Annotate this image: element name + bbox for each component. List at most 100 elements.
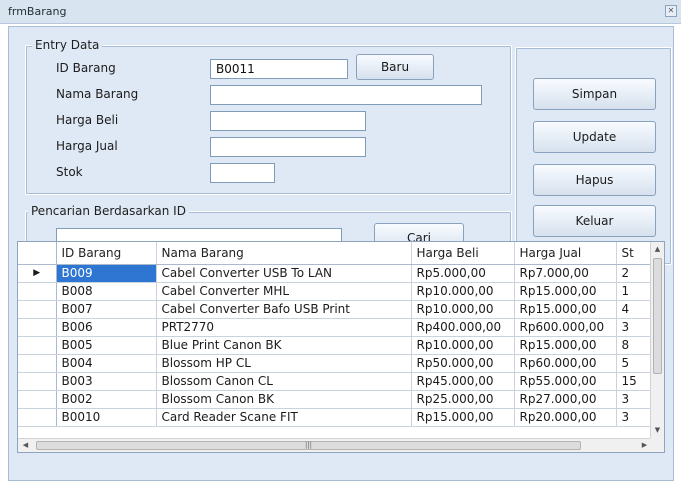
harga-jual-input[interactable] (210, 137, 366, 157)
simpan-button[interactable]: Simpan (533, 78, 656, 110)
cell-nama[interactable]: Cabel Converter USB To LAN (156, 264, 412, 283)
cell-harga-jual[interactable]: Rp20.000,00 (514, 408, 617, 427)
close-icon[interactable]: ✕ (665, 5, 677, 17)
column-header-id[interactable]: ID Barang (56, 242, 157, 265)
row-header[interactable] (18, 318, 57, 337)
entry-data-legend: Entry Data (32, 38, 103, 52)
title-bar: frmBarang ✕ (0, 0, 681, 24)
cell-stok[interactable]: 8 (616, 336, 653, 355)
cell-nama[interactable]: Blossom HP CL (156, 354, 412, 373)
keluar-button[interactable]: Keluar (533, 205, 656, 237)
row-header[interactable] (18, 408, 57, 427)
nama-barang-label: Nama Barang (56, 87, 139, 101)
column-header-harga-beli[interactable]: Harga Beli (411, 242, 515, 265)
table-row[interactable]: B004 Blossom HP CL Rp50.000,00 Rp60.000,… (18, 354, 653, 373)
table-row[interactable]: B007 Cabel Converter Bafo USB Print Rp10… (18, 300, 653, 319)
cell-harga-beli[interactable]: Rp45.000,00 (411, 372, 515, 391)
cell-harga-beli[interactable]: Rp25.000,00 (411, 390, 515, 409)
cell-id[interactable]: B009 (56, 264, 157, 283)
cell-nama[interactable]: Blossom Canon BK (156, 390, 412, 409)
cell-harga-jual[interactable]: Rp7.000,00 (514, 264, 617, 283)
cell-stok[interactable]: 4 (616, 300, 653, 319)
cell-harga-jual[interactable]: Rp15.000,00 (514, 300, 617, 319)
row-header[interactable] (18, 354, 57, 373)
cell-nama[interactable]: Cabel Converter Bafo USB Print (156, 300, 412, 319)
row-header[interactable] (18, 390, 57, 409)
cell-stok[interactable]: 3 (616, 318, 653, 337)
cell-harga-jual[interactable]: Rp60.000,00 (514, 354, 617, 373)
cell-harga-beli[interactable]: Rp10.000,00 (411, 282, 515, 301)
scroll-up-icon[interactable]: ▲ (651, 243, 664, 256)
table-row[interactable]: B003 Blossom Canon CL Rp45.000,00 Rp55.0… (18, 372, 653, 391)
row-header[interactable] (18, 372, 57, 391)
scroll-down-icon[interactable]: ▼ (651, 424, 664, 437)
nama-barang-input[interactable] (210, 85, 482, 105)
vertical-scroll-thumb[interactable] (653, 258, 662, 374)
cell-id[interactable]: B0010 (56, 408, 157, 427)
cell-harga-beli[interactable]: Rp10.000,00 (411, 300, 515, 319)
window-title: frmBarang (8, 5, 67, 18)
cell-stok[interactable]: 15 (616, 372, 653, 391)
update-button[interactable]: Update (533, 121, 656, 153)
row-header[interactable] (18, 336, 57, 355)
cell-id[interactable]: B003 (56, 372, 157, 391)
search-legend: Pencarian Berdasarkan ID (28, 204, 189, 218)
table-row[interactable]: B006 PRT2770 Rp400.000,00 Rp600.000,00 3 (18, 318, 653, 337)
table-row[interactable]: B0010 Card Reader Scane FIT Rp15.000,00 … (18, 408, 653, 427)
baru-button[interactable]: Baru (356, 54, 434, 80)
cell-nama[interactable]: Card Reader Scane FIT (156, 408, 412, 427)
cell-harga-beli[interactable]: Rp10.000,00 (411, 336, 515, 355)
cell-nama[interactable]: PRT2770 (156, 318, 412, 337)
vertical-scrollbar[interactable]: ▲ ▼ (650, 242, 664, 438)
cell-harga-jual[interactable]: Rp15.000,00 (514, 336, 617, 355)
cell-harga-beli[interactable]: Rp400.000,00 (411, 318, 515, 337)
cell-nama[interactable]: Blue Print Canon BK (156, 336, 412, 355)
cell-id[interactable]: B004 (56, 354, 157, 373)
grid-header-row: ID Barang Nama Barang Harga Beli Harga J… (18, 242, 653, 265)
cell-id[interactable]: B002 (56, 390, 157, 409)
grid-corner-header (18, 242, 57, 265)
column-header-nama[interactable]: Nama Barang (156, 242, 412, 265)
cell-id[interactable]: B005 (56, 336, 157, 355)
cell-id[interactable]: B006 (56, 318, 157, 337)
cell-stok[interactable]: 2 (616, 264, 653, 283)
id-barang-input[interactable] (210, 59, 348, 79)
harga-beli-input[interactable] (210, 111, 366, 131)
scrollbar-corner (650, 438, 664, 452)
cell-harga-jual[interactable]: Rp600.000,00 (514, 318, 617, 337)
scroll-left-icon[interactable]: ◀ (19, 439, 32, 452)
cell-harga-beli[interactable]: Rp15.000,00 (411, 408, 515, 427)
table-row[interactable]: B002 Blossom Canon BK Rp25.000,00 Rp27.0… (18, 390, 653, 409)
stok-label: Stok (56, 165, 83, 179)
row-pointer-icon: ▶ (18, 264, 57, 283)
horizontal-scrollbar[interactable]: ◀ ||| ▶ (18, 438, 652, 452)
cell-stok[interactable]: 1 (616, 282, 653, 301)
table-row[interactable]: B008 Cabel Converter MHL Rp10.000,00 Rp1… (18, 282, 653, 301)
actions-panel: Simpan Update Hapus Keluar (515, 47, 672, 265)
horizontal-scroll-thumb[interactable]: ||| (36, 441, 581, 450)
harga-jual-label: Harga Jual (56, 139, 118, 153)
column-header-harga-jual[interactable]: Harga Jual (514, 242, 617, 265)
cell-id[interactable]: B008 (56, 282, 157, 301)
row-header[interactable] (18, 282, 57, 301)
barang-data-grid[interactable]: ID Barang Nama Barang Harga Beli Harga J… (17, 241, 665, 453)
cell-harga-jual[interactable]: Rp15.000,00 (514, 282, 617, 301)
id-barang-label: ID Barang (56, 61, 116, 75)
cell-nama[interactable]: Cabel Converter MHL (156, 282, 412, 301)
table-row[interactable]: ▶ B009 Cabel Converter USB To LAN Rp5.00… (18, 264, 653, 283)
row-header[interactable] (18, 300, 57, 319)
cell-stok[interactable]: 3 (616, 390, 653, 409)
cell-harga-jual[interactable]: Rp27.000,00 (514, 390, 617, 409)
grid-table: ID Barang Nama Barang Harga Beli Harga J… (18, 242, 653, 427)
cell-harga-jual[interactable]: Rp55.000,00 (514, 372, 617, 391)
cell-stok[interactable]: 5 (616, 354, 653, 373)
column-header-stok[interactable]: St (616, 242, 653, 265)
table-row[interactable]: B005 Blue Print Canon BK Rp10.000,00 Rp1… (18, 336, 653, 355)
cell-nama[interactable]: Blossom Canon CL (156, 372, 412, 391)
cell-harga-beli[interactable]: Rp50.000,00 (411, 354, 515, 373)
cell-stok[interactable]: 3 (616, 408, 653, 427)
cell-harga-beli[interactable]: Rp5.000,00 (411, 264, 515, 283)
hapus-button[interactable]: Hapus (533, 164, 656, 196)
cell-id[interactable]: B007 (56, 300, 157, 319)
stok-input[interactable] (210, 163, 275, 183)
